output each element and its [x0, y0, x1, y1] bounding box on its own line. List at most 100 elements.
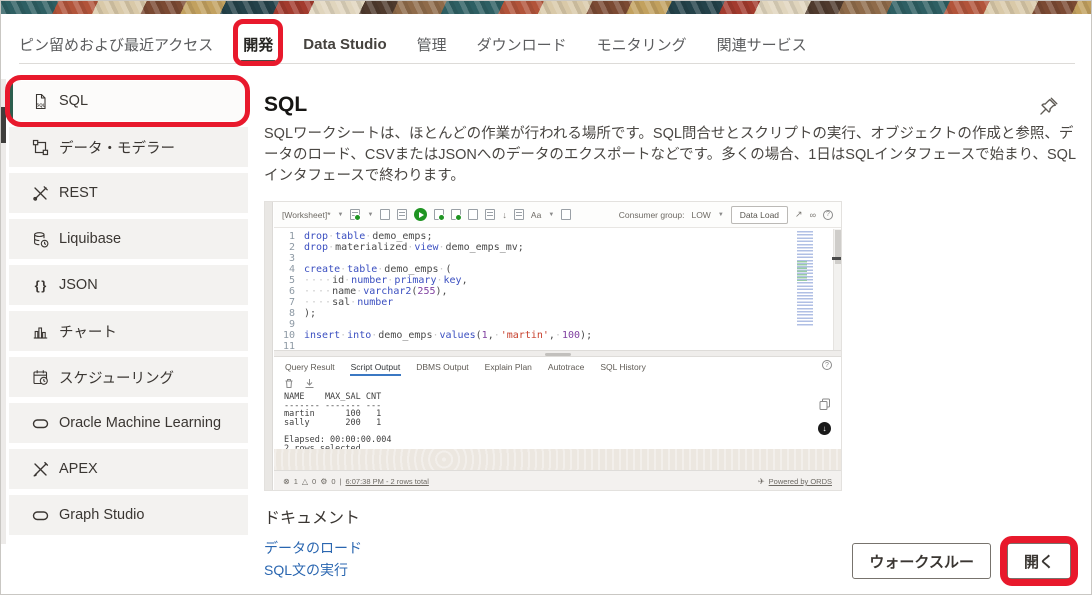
- rest-tools-icon: [31, 184, 49, 202]
- warnings-icon: △: [302, 477, 308, 486]
- output-tab-sql-history: SQL History: [599, 359, 647, 375]
- bar-chart-icon: [31, 322, 49, 340]
- new-worksheet-icon: [350, 209, 360, 220]
- page-title: SQL: [264, 93, 307, 117]
- format-icon: [514, 209, 524, 220]
- oracle-logo-icon: [31, 414, 49, 432]
- sidebar-item-label: Oracle Machine Learning: [59, 415, 221, 431]
- error-count: 1: [294, 477, 298, 486]
- decorative-mosaic-banner: [1, 1, 1092, 14]
- left-scrollbar-thumb[interactable]: [1, 107, 6, 143]
- copy-output-icon: [819, 398, 831, 410]
- consumer-group-label: Consumer group:: [619, 210, 685, 220]
- walkthrough-button[interactable]: ウォークスルー: [852, 543, 991, 579]
- pin-icon[interactable]: [1038, 95, 1062, 119]
- sql-worksheet-preview-image: [Worksheet]* ▼ ▼ ↓ Aa ▼ Consumer group: …: [264, 201, 842, 491]
- action-buttons: ウォークスルー 開く: [852, 543, 1071, 579]
- sidebar-item-label: APEX: [59, 461, 98, 477]
- sidebar-item-liquibase[interactable]: Liquibase: [9, 219, 248, 259]
- nav-divider: [19, 63, 1075, 64]
- consumer-group-value: LOW: [691, 210, 710, 220]
- panel-splitter: [274, 350, 841, 357]
- splitter-handle: [545, 353, 571, 356]
- tab-pinned-recent[interactable]: ピン留めおよび最近アクセス: [19, 25, 213, 63]
- preview-toolbar: [Worksheet]* ▼ ▼ ↓ Aa ▼ Consumer group: …: [274, 202, 841, 228]
- output-tab-dbms-output: DBMS Output: [415, 359, 469, 375]
- tab-development-label: 開発: [243, 34, 273, 55]
- output-actions: [284, 378, 315, 389]
- run-script-icon: [434, 209, 444, 220]
- chevron-down-icon: ▼: [718, 212, 724, 218]
- tab-administration[interactable]: 管理: [417, 25, 447, 63]
- sidebar-item-data-modeler[interactable]: データ・モデラー: [9, 127, 248, 167]
- calendar-clock-icon: [31, 368, 49, 386]
- code-minimap: [797, 231, 813, 327]
- link-load-data[interactable]: データのロード: [264, 538, 362, 558]
- font-size-icon: Aa: [531, 210, 541, 220]
- sidebar-item-apex[interactable]: APEX: [9, 449, 248, 489]
- tab-data-studio[interactable]: Data Studio: [303, 25, 386, 63]
- output-tab-autotrace: Autotrace: [547, 359, 585, 375]
- chevron-down-icon: ▼: [548, 212, 554, 218]
- sql-history-icon: [485, 209, 495, 220]
- chevron-down-icon: ▼: [338, 212, 344, 218]
- sql-worksheet-icon: SQL: [31, 92, 49, 110]
- left-scrollbar[interactable]: [1, 79, 6, 544]
- database-actions-launchpad: ピン留めおよび最近アクセス 開発 Data Studio 管理 ダウンロード モ…: [0, 0, 1092, 595]
- paper-plane-icon: ✈: [758, 477, 765, 486]
- sidebar-item-sql[interactable]: SQL SQL: [9, 81, 248, 121]
- insight-button-icon: ↓: [818, 422, 831, 435]
- sidebar-item-oracle-machine-learning[interactable]: Oracle Machine Learning: [9, 403, 248, 443]
- editor-scrollbar: [833, 229, 841, 350]
- top-nav: ピン留めおよび最近アクセス 開発 Data Studio 管理 ダウンロード モ…: [19, 25, 807, 63]
- sidebar-item-label: データ・モデラー: [59, 137, 175, 158]
- graph-studio-icon: [31, 506, 49, 524]
- sidebar-item-label: JSON: [59, 277, 98, 293]
- explain-plan-icon: [451, 209, 461, 220]
- clear-output-icon: [284, 378, 294, 389]
- feature-sidebar: SQL SQL データ・モデラー R: [9, 81, 248, 541]
- link-run-sql[interactable]: SQL文の実行: [264, 560, 348, 580]
- tab-development[interactable]: 開発: [243, 25, 273, 63]
- sidebar-item-label: スケジューリング: [59, 367, 174, 388]
- help-icon: ?: [822, 360, 832, 370]
- worksheet-name-label: [Worksheet]*: [282, 210, 331, 220]
- download-icon: ↓: [502, 210, 507, 220]
- scrollbar-marker: [832, 257, 841, 260]
- script-output-text: NAME MAX_SAL CNT ------- ------- --- mar…: [284, 393, 391, 453]
- sidebar-item-graph-studio[interactable]: Graph Studio: [9, 495, 248, 535]
- apex-pencils-icon: [31, 460, 49, 478]
- help-icon: ?: [823, 210, 833, 220]
- output-tab-bar: Query Result Script Output DBMS Output E…: [274, 357, 841, 376]
- tab-downloads[interactable]: ダウンロード: [477, 25, 567, 63]
- powered-by-ords-link: Powered by ORDS: [769, 477, 832, 486]
- sidebar-item-label: REST: [59, 185, 98, 201]
- find-icon: ∞: [810, 210, 816, 220]
- sidebar-item-label: Liquibase: [59, 231, 121, 247]
- output-tab-script-output: Script Output: [350, 359, 402, 375]
- liquibase-database-icon: [31, 230, 49, 248]
- sidebar-item-label: Graph Studio: [59, 507, 144, 523]
- svg-text:SQL: SQL: [36, 102, 45, 107]
- selected-indicator-bar: [9, 81, 13, 121]
- run-statement-icon: [414, 208, 427, 221]
- json-braces-icon: { }: [31, 276, 49, 294]
- preview-status-bar: ⊗ 1 △ 0 ⚙ 0 | 6:07:38 PM - 2 rows total …: [274, 470, 841, 491]
- tab-related-services[interactable]: 関連サービス: [717, 25, 807, 63]
- download-output-icon: [304, 378, 315, 389]
- tab-monitoring[interactable]: モニタリング: [597, 25, 687, 63]
- sidebar-item-charts[interactable]: チャート: [9, 311, 248, 351]
- sidebar-item-scheduling[interactable]: スケジューリング: [9, 357, 248, 397]
- sidebar-item-rest[interactable]: REST: [9, 173, 248, 213]
- status-time-link: 6:07:38 PM - 2 rows total: [346, 477, 429, 486]
- chevron-down-icon: ▼: [367, 212, 373, 218]
- output-tab-query-result: Query Result: [284, 359, 336, 375]
- clear-icon: [561, 209, 571, 220]
- preview-left-edge: [265, 202, 273, 490]
- sidebar-item-json[interactable]: { } JSON: [9, 265, 248, 305]
- errors-icon: ⊗: [283, 477, 290, 486]
- open-button[interactable]: 開く: [1007, 543, 1071, 579]
- documents-heading: ドキュメント: [264, 504, 360, 528]
- open-file-icon: [397, 209, 407, 220]
- preview-texture-band: [274, 449, 841, 470]
